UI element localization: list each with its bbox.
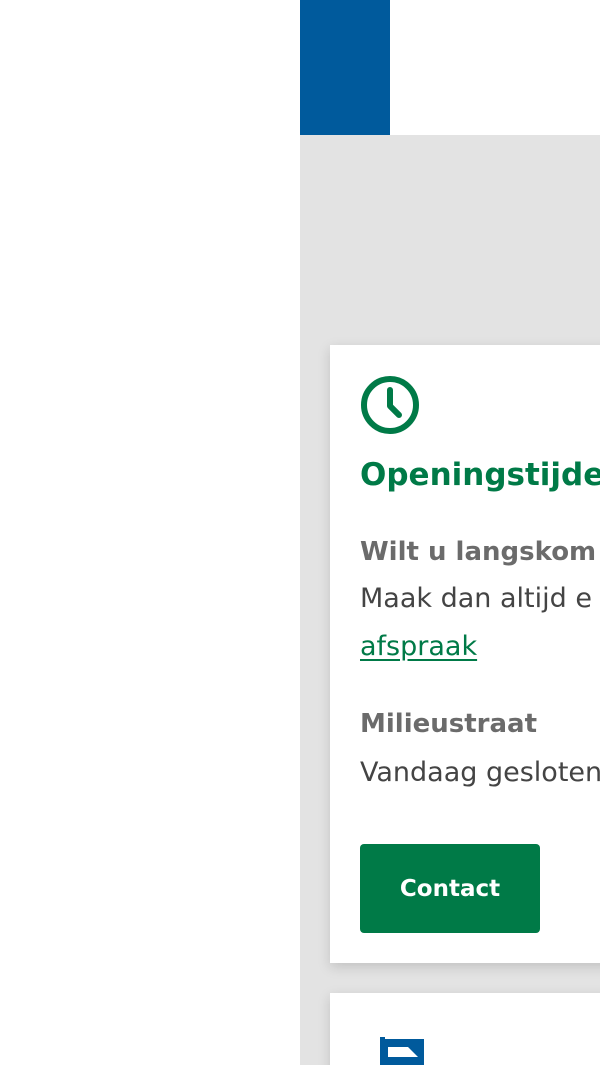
page-content: Openingstijde Wilt u langskom Maak dan a…	[300, 0, 600, 1065]
header-brand-block	[300, 0, 390, 135]
visit-label: Wilt u langskom	[360, 537, 597, 567]
next-card	[330, 993, 600, 1065]
milieustraat-label: Milieustraat	[360, 709, 537, 739]
opening-hours-card: Openingstijde Wilt u langskom Maak dan a…	[330, 345, 600, 963]
appointment-link[interactable]: afspraak	[360, 633, 477, 660]
milieustraat-status: Vandaag gesloten	[360, 757, 600, 788]
card-title: Openingstijde	[360, 457, 600, 493]
contact-button[interactable]: Contact	[360, 844, 540, 933]
clock-icon	[361, 376, 419, 434]
flag-icon	[380, 1037, 424, 1065]
site-header	[300, 0, 600, 135]
left-blank-area	[0, 0, 300, 1065]
visit-text: Maak dan altijd e	[360, 583, 592, 614]
